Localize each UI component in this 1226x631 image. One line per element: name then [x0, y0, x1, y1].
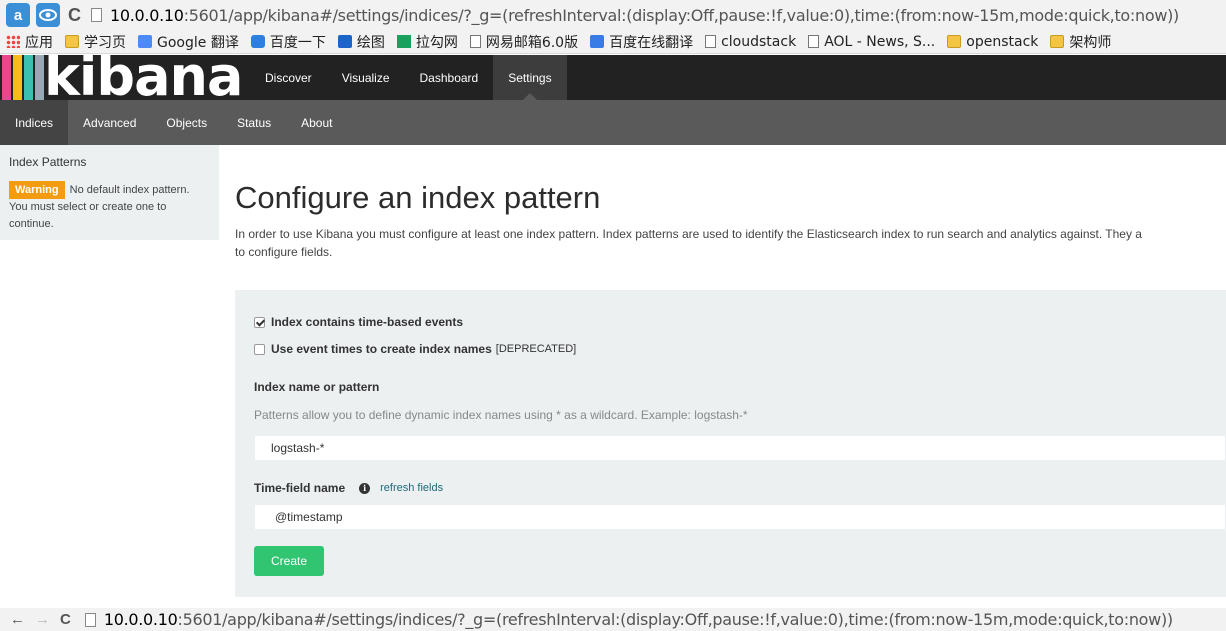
logo-stripe: [24, 55, 33, 100]
tab-about[interactable]: About: [286, 100, 347, 145]
index-pattern-form: Index contains time-based events Use eve…: [235, 290, 1226, 597]
bookmark-baidu-fanyi[interactable]: 百度在线翻译: [590, 32, 693, 52]
back-arrow-icon[interactable]: ←: [10, 611, 25, 628]
url-path: :5601/app/kibana#/settings/indices/?_g=(…: [177, 610, 1173, 629]
warning-text-line2: You must select or create one to: [9, 201, 167, 213]
fanyi-icon: [590, 35, 605, 48]
url-host: 10.0.0.10: [103, 610, 178, 629]
nav-discover[interactable]: Discover: [250, 55, 327, 100]
bookmark-label: 架构师: [1069, 34, 1112, 51]
url-field[interactable]: 10.0.0.10:5601/app/kibana#/settings/indi…: [91, 2, 1226, 28]
bookmark-google-translate[interactable]: Google 翻译: [138, 32, 239, 52]
refresh-fields-link[interactable]: refresh fields: [380, 482, 443, 494]
logo-stripe: [2, 55, 11, 100]
bookmark-apps[interactable]: 应用: [6, 32, 53, 52]
page-icon: [705, 35, 717, 48]
page-icon: [808, 35, 820, 48]
google-translate-icon: [138, 35, 152, 48]
browser-address-bar: a C 10.0.0.10:5601/app/kibana#/settings/…: [0, 0, 1226, 30]
intro-line1: In order to use Kibana you must configur…: [235, 227, 1142, 241]
time-based-row[interactable]: Index contains time-based events: [254, 315, 463, 329]
bookmark-study[interactable]: 学习页: [65, 32, 126, 52]
intro-text: In order to use Kibana you must configur…: [235, 225, 1226, 261]
bookmark-openstack[interactable]: openstack: [947, 34, 1038, 50]
info-icon[interactable]: i: [359, 482, 371, 494]
folder-icon: [1050, 35, 1065, 48]
bookmark-aol[interactable]: AOL - News, S...: [808, 34, 935, 50]
folder-icon: [947, 35, 962, 48]
reload-icon[interactable]: C: [60, 611, 71, 628]
logo-stripe: [35, 55, 44, 100]
browser-extension-a-icon[interactable]: a: [6, 3, 30, 27]
reload-icon[interactable]: C: [68, 5, 81, 26]
index-help-text: Patterns allow you to define dynamic ind…: [254, 408, 748, 422]
page-icon: [84, 612, 96, 627]
bookmark-architect[interactable]: 架构师: [1050, 32, 1111, 52]
settings-sub-nav: Indices Advanced Objects Status About: [0, 100, 1226, 145]
kibana-logo[interactable]: kibana: [0, 55, 250, 100]
bookmark-label: 百度一下: [269, 34, 326, 51]
logo-stripe: [13, 55, 22, 100]
folder-icon: [65, 35, 79, 48]
time-field-select[interactable]: @timestamp: [254, 504, 1226, 530]
tab-advanced[interactable]: Advanced: [68, 100, 151, 145]
kibana-top-nav: kibana Discover Visualize Dashboard Sett…: [0, 55, 1226, 100]
on-icon: [337, 35, 352, 48]
forward-arrow-icon[interactable]: →: [35, 611, 50, 628]
warning-badge: Warning: [9, 181, 65, 199]
bookmark-label: AOL - News, S...: [824, 33, 936, 50]
tab-objects[interactable]: Objects: [151, 100, 222, 145]
time-field-label: Time-field name: [254, 481, 346, 495]
logo-stripes: [2, 55, 46, 100]
index-pattern-input[interactable]: logstash-*: [254, 435, 1226, 461]
bottom-url-field[interactable]: 10.0.0.10:5601/app/kibana#/settings/indi…: [84, 610, 1173, 629]
bookmark-label: 绘图: [356, 34, 385, 51]
index-patterns-sidebar: Index Patterns Warning No default index …: [0, 145, 219, 240]
bookmark-label: 百度在线翻译: [609, 34, 694, 51]
deprecated-tag: [DEPRECATED]: [495, 343, 577, 355]
sidebar-heading: Index Patterns: [9, 155, 87, 169]
bookmark-cloudstack[interactable]: cloudstack: [705, 34, 796, 50]
warning-text-line1: No default index pattern.: [69, 184, 190, 196]
bookmark-draw[interactable]: 绘图: [337, 32, 385, 52]
warning-text-line3: continue.: [9, 218, 54, 230]
intro-line2: to configure fields.: [235, 245, 333, 259]
page-icon: [469, 35, 481, 48]
baidu-icon: [250, 35, 265, 48]
bookmark-label: Google 翻译: [157, 34, 239, 51]
tab-indices[interactable]: Indices: [0, 100, 69, 145]
page-title: Configure an index pattern: [235, 180, 601, 215]
bookmark-lagou[interactable]: 拉勾网: [396, 32, 458, 52]
page-icon: [91, 8, 102, 22]
warning-message: Warning No default index pattern. You mu…: [9, 181, 210, 233]
tab-status[interactable]: Status: [222, 100, 286, 145]
bookmark-label: 学习页: [84, 34, 126, 51]
time-based-label: Index contains time-based events: [271, 315, 464, 329]
bookmark-label: openstack: [966, 33, 1039, 50]
lagou-icon: [396, 35, 411, 48]
time-based-checkbox[interactable]: [254, 316, 265, 328]
browser-bottom-bar: ← → C 10.0.0.10:5601/app/kibana#/setting…: [0, 608, 1226, 631]
create-button[interactable]: Create: [254, 546, 324, 576]
url-path: :5601/app/kibana#/settings/indices/?_g=(…: [183, 5, 1180, 25]
index-name-label: Index name or pattern: [254, 380, 380, 394]
url-host: 10.0.0.10: [110, 5, 184, 25]
bookmark-label: cloudstack: [721, 33, 797, 50]
nav-dashboard[interactable]: Dashboard: [405, 55, 494, 100]
logo-text: kibana: [44, 55, 243, 100]
nav-settings[interactable]: Settings: [493, 55, 567, 100]
event-times-label: Use event times to create index names: [271, 342, 492, 356]
nav-visualize[interactable]: Visualize: [327, 55, 405, 100]
browser-extension-eye-icon[interactable]: [36, 3, 60, 27]
bookmark-netease[interactable]: 网易邮箱6.0版: [469, 32, 579, 52]
event-times-row[interactable]: Use event times to create index names [D…: [254, 342, 576, 356]
time-field-row: Time-field name i refresh fields: [254, 481, 443, 495]
bookmark-label: 拉勾网: [415, 34, 458, 51]
bookmark-label: 网易邮箱6.0版: [485, 34, 579, 51]
event-times-checkbox[interactable]: [254, 343, 265, 355]
bookmark-label: 应用: [25, 34, 53, 51]
bookmarks-bar: 应用 学习页 Google 翻译 百度一下 绘图 拉勾网 网易邮箱6.0版 百度…: [0, 30, 1226, 54]
bookmark-baidu[interactable]: 百度一下: [250, 32, 326, 52]
apps-icon: [6, 35, 20, 48]
